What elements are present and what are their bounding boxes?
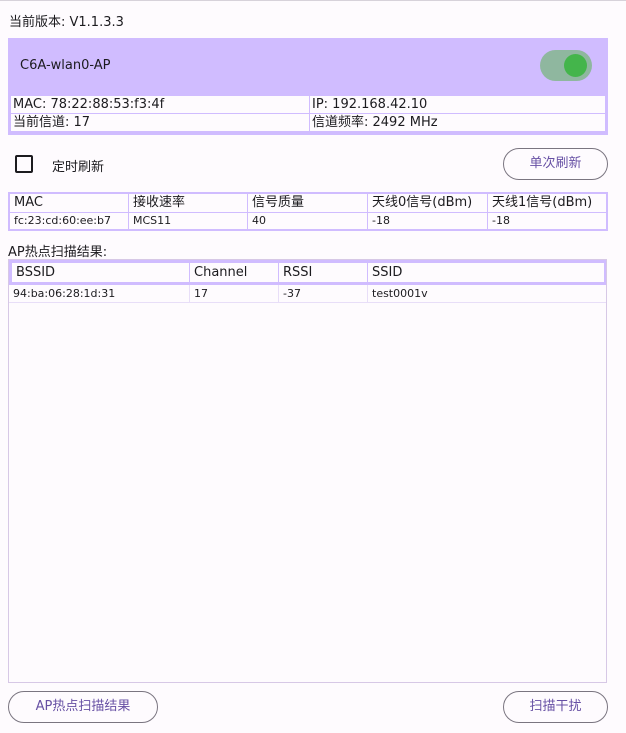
station-table: MAC 接收速率 信号质量 天线0信号(dBm) 天线1信号(dBm) fc:2…	[8, 192, 608, 231]
scan-results-table[interactable]: BSSID Channel RSSI SSID 94:ba:06:28:1d:3…	[8, 259, 607, 683]
station-header-ant1: 天线1信号(dBm)	[488, 194, 606, 212]
interface-toggle[interactable]	[540, 50, 592, 81]
scan-cell-ssid: test0001v	[368, 285, 606, 302]
station-cell-quality: 40	[248, 213, 367, 229]
scan-results-title: AP热点扫描结果:	[8, 245, 108, 260]
channel-info: 当前信道: 17	[11, 114, 309, 131]
ip-info: IP: 192.168.42.10	[310, 96, 605, 113]
station-header-ant0: 天线0信号(dBm)	[368, 194, 487, 212]
scan-interference-button[interactable]: 扫描干扰	[503, 691, 608, 723]
scan-header-ssid: SSID	[368, 263, 604, 282]
scan-header-row: BSSID Channel RSSI SSID	[9, 260, 606, 285]
station-cell-ant1: -18	[488, 213, 606, 229]
auto-refresh-checkbox[interactable]	[15, 155, 33, 173]
scan-cell-channel: 17	[190, 285, 278, 302]
scan-header-channel: Channel	[190, 263, 278, 282]
interface-info: MAC: 78:22:88:53:f3:4f IP: 192.168.42.10…	[11, 96, 605, 132]
station-header-quality: 信号质量	[248, 194, 367, 212]
frequency-info: 信道频率: 2492 MHz	[310, 114, 605, 131]
station-cell-rate: MCS11	[129, 213, 247, 229]
scan-cell-rssi: -37	[279, 285, 367, 302]
auto-refresh-label: 定时刷新	[52, 160, 105, 175]
single-refresh-button[interactable]: 单次刷新	[503, 148, 608, 180]
scan-header-bssid: BSSID	[12, 263, 189, 282]
station-cell-mac: fc:23:cd:60:ee:b7	[10, 213, 128, 229]
table-row[interactable]: 94:ba:06:28:1d:31 17 -37 test0001v	[9, 285, 606, 303]
interface-panel: C6A-wlan0-AP MAC: 78:22:88:53:f3:4f IP: …	[8, 38, 608, 135]
scan-cell-bssid: 94:ba:06:28:1d:31	[9, 285, 189, 302]
mac-info: MAC: 78:22:88:53:f3:4f	[11, 96, 309, 113]
interface-name: C6A-wlan0-AP	[20, 58, 111, 73]
toggle-knob	[564, 54, 587, 77]
ap-scan-button[interactable]: AP热点扫描结果	[8, 691, 158, 723]
version-label: 当前版本: V1.1.3.3	[9, 15, 124, 30]
interface-header: C6A-wlan0-AP	[8, 38, 608, 95]
station-cell-ant0: -18	[368, 213, 487, 229]
scan-header-rssi: RSSI	[279, 263, 367, 282]
station-header-rate: 接收速率	[129, 194, 247, 212]
station-header-mac: MAC	[10, 194, 128, 212]
